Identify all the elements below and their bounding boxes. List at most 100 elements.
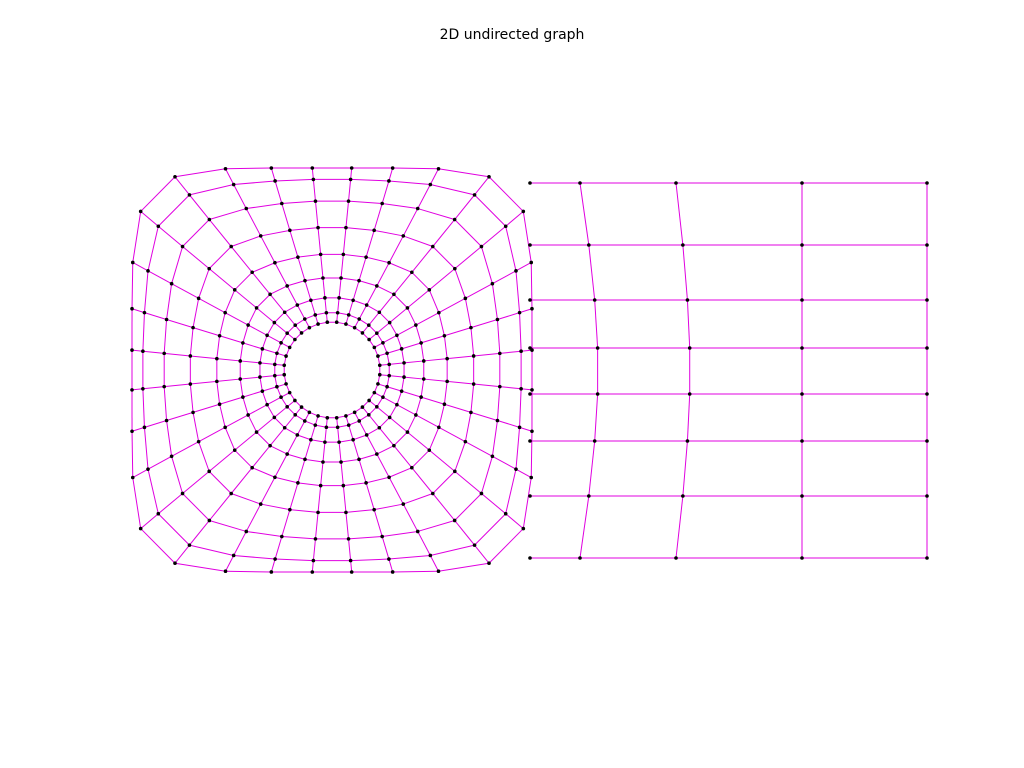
graph-edge — [286, 434, 298, 455]
graph-node — [296, 255, 300, 259]
graph-node — [490, 454, 495, 459]
graph-node — [469, 325, 473, 330]
graph-edge — [473, 383, 500, 388]
graph-edge — [266, 322, 275, 336]
graph-edge — [374, 503, 404, 511]
graph-edge — [190, 355, 217, 360]
graph-node — [528, 298, 532, 302]
graph-node — [337, 296, 341, 300]
graph-node — [321, 276, 325, 280]
graph-edge — [438, 312, 445, 336]
graph-node — [514, 269, 518, 273]
graph-edge — [297, 257, 306, 281]
graph-node — [349, 166, 354, 170]
graph-edge — [310, 439, 325, 443]
graph-edge — [245, 208, 262, 237]
graph-edge — [530, 262, 533, 309]
graph-edge — [407, 289, 430, 309]
graph-node — [452, 518, 457, 523]
graph-edge — [411, 271, 430, 291]
graph-node — [430, 491, 435, 496]
graph-edge — [274, 476, 299, 484]
graph-edge — [297, 459, 306, 483]
graph-edge — [389, 322, 398, 336]
graph-edge — [131, 308, 145, 314]
graph-node — [453, 469, 457, 474]
graph-edge — [348, 179, 352, 202]
graph-node — [223, 425, 227, 430]
graph-node — [285, 284, 289, 288]
graph-edge — [348, 535, 383, 540]
graph-edge — [171, 456, 184, 494]
graph-edge — [289, 227, 319, 231]
graph-edge — [406, 307, 417, 326]
graph-edge — [430, 184, 475, 196]
graph-edge — [198, 268, 210, 299]
graph-node — [364, 255, 368, 259]
graph-edge — [428, 449, 456, 472]
graph-edge — [157, 194, 190, 227]
graph-edge — [345, 227, 375, 231]
graph-edge — [219, 396, 244, 405]
graph-edge — [396, 404, 417, 416]
graph-edge — [402, 503, 419, 532]
graph-node — [324, 310, 329, 315]
graph-edge — [147, 270, 172, 285]
graph-edge — [432, 246, 456, 269]
graph-edge — [324, 297, 327, 313]
graph-node — [503, 224, 508, 229]
graph-node — [528, 392, 532, 396]
graph-edge — [242, 342, 263, 350]
graph-edge — [423, 358, 448, 362]
graph-edge — [388, 180, 431, 186]
graph-edge — [388, 558, 394, 573]
graph-node — [282, 425, 287, 430]
graph-edge — [310, 297, 325, 301]
graph-edge — [259, 362, 275, 365]
graph-node — [334, 415, 339, 420]
graph-node — [442, 402, 447, 407]
graph-node — [800, 494, 804, 498]
graph-node — [346, 537, 351, 541]
graph-node — [313, 313, 318, 317]
graph-node — [349, 570, 354, 574]
graph-node — [528, 181, 532, 185]
graph-edge — [157, 493, 183, 515]
graph-edge — [231, 235, 261, 247]
graph-edge — [686, 299, 691, 349]
graph-node — [299, 331, 304, 335]
graph-node — [419, 341, 423, 345]
graph-node — [169, 281, 174, 286]
graph-edge — [519, 388, 522, 428]
graph-edge — [322, 442, 326, 463]
graph-edge — [428, 268, 456, 291]
graph-edge — [284, 414, 296, 429]
graph-edge — [166, 411, 194, 421]
graph-edge — [588, 244, 596, 301]
graph-edges — [131, 167, 928, 573]
graph-edge — [208, 246, 232, 269]
graph-edge — [166, 319, 194, 329]
graph-edge — [314, 201, 319, 228]
graph-edge — [358, 280, 377, 287]
graph-node — [280, 201, 284, 206]
graph-node — [377, 425, 382, 430]
graph-node — [164, 317, 169, 322]
graph-edge — [324, 427, 327, 443]
graph-edge — [131, 262, 134, 309]
graph-edge — [340, 277, 360, 282]
graph-node — [352, 410, 357, 415]
graph-edge — [320, 254, 324, 279]
graph-node — [800, 392, 804, 396]
graph-edge — [420, 342, 425, 362]
graph-edge — [415, 312, 440, 326]
graph-node — [471, 382, 476, 386]
graph-node — [207, 217, 212, 222]
graph-edge — [443, 381, 448, 405]
graph-node — [925, 346, 929, 350]
graph-node — [357, 317, 362, 321]
graph-node — [273, 260, 277, 265]
graph-edge — [260, 503, 290, 511]
graph-edge — [505, 226, 517, 271]
graph-node — [925, 298, 929, 302]
